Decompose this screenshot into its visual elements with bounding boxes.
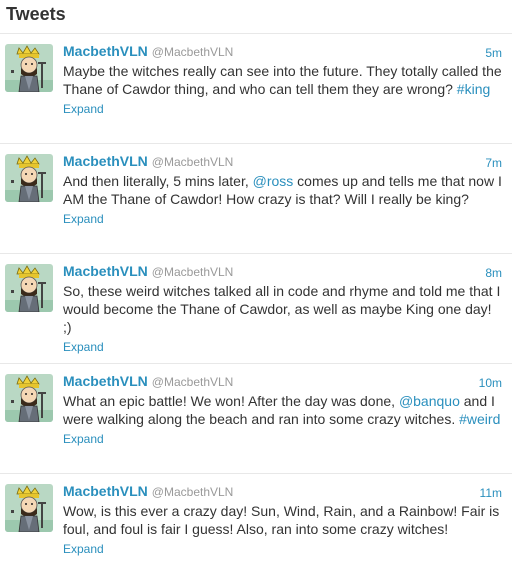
user-name-link[interactable]: MacbethVLN <box>63 43 148 59</box>
tweet-item[interactable]: MacbethVLN @MacbethVLN 10m What an epic bat… <box>0 364 512 474</box>
user-handle: @MacbethVLN <box>151 45 234 59</box>
expand-link[interactable]: Expand <box>63 212 104 226</box>
tweet-timestamp-link[interactable]: 5m <box>485 46 502 60</box>
mention-link[interactable]: @ross <box>253 173 294 189</box>
tweets-header: Tweets <box>0 0 512 34</box>
expand-link[interactable]: Expand <box>63 542 104 556</box>
tweet-text-segment: Maybe the witches really can see into th… <box>63 63 502 97</box>
hashtag-link[interactable]: #weird <box>459 411 500 427</box>
avatar[interactable] <box>5 44 53 92</box>
tweet-timestamp-link[interactable]: 7m <box>485 156 502 170</box>
mention-link[interactable]: @banquo <box>399 393 460 409</box>
tweet-header: MacbethVLN @MacbethVLN 11m <box>63 483 502 501</box>
tweet-header: MacbethVLN @MacbethVLN 8m <box>63 263 502 281</box>
tweet-text: So, these weird witches talked all in co… <box>63 282 502 336</box>
tweet-timestamp-link[interactable]: 10m <box>479 376 502 390</box>
tweet-item[interactable]: MacbethVLN @MacbethVLN 7m And then literall… <box>0 144 512 254</box>
tweet-content: MacbethVLN @MacbethVLN 5m Maybe the witches… <box>63 43 502 118</box>
avatar[interactable] <box>5 484 53 532</box>
tweet-text: Wow, is this ever a crazy day! Sun, Wind… <box>63 502 502 538</box>
user-name-link[interactable]: MacbethVLN <box>63 373 148 389</box>
tweet-item[interactable]: MacbethVLN @MacbethVLN 5m Maybe the witches… <box>0 34 512 144</box>
user-name-link[interactable]: MacbethVLN <box>63 483 148 499</box>
page-title: Tweets <box>6 4 66 24</box>
tweet-content: MacbethVLN @MacbethVLN 11m Wow, is this eve… <box>63 483 502 558</box>
tweet-header: MacbethVLN @MacbethVLN 5m <box>63 43 502 61</box>
expand-link[interactable]: Expand <box>63 432 104 446</box>
tweet-item[interactable]: MacbethVLN @MacbethVLN 11m Wow, is this eve… <box>0 474 512 571</box>
expand-link[interactable]: Expand <box>63 340 104 354</box>
tweet-text: And then literally, 5 mins later, @ross … <box>63 172 502 208</box>
tweet-content: MacbethVLN @MacbethVLN 10m What an epic bat… <box>63 373 502 448</box>
tweet-content: MacbethVLN @MacbethVLN 8m So, these weird w… <box>63 263 502 356</box>
tweet-list: MacbethVLN @MacbethVLN 5m Maybe the witches… <box>0 34 512 571</box>
avatar[interactable] <box>5 154 53 202</box>
tweet-item[interactable]: MacbethVLN @MacbethVLN 8m So, these weird w… <box>0 254 512 364</box>
tweet-timestamp-link[interactable]: 11m <box>480 486 502 500</box>
tweet-text-segment: And then literally, 5 mins later, <box>63 173 253 189</box>
hashtag-link[interactable]: #king <box>457 81 490 97</box>
user-handle: @MacbethVLN <box>151 375 234 389</box>
tweet-text-segment: Wow, is this ever a crazy day! Sun, Wind… <box>63 503 500 537</box>
tweet-content: MacbethVLN @MacbethVLN 7m And then literall… <box>63 153 502 228</box>
user-handle: @MacbethVLN <box>151 485 234 499</box>
tweet-text: Maybe the witches really can see into th… <box>63 62 502 98</box>
tweet-text-segment: So, these weird witches talked all in co… <box>63 283 501 335</box>
tweet-timestamp-link[interactable]: 8m <box>485 266 502 280</box>
user-name-link[interactable]: MacbethVLN <box>63 153 148 169</box>
tweet-text: What an epic battle! We won! After the d… <box>63 392 502 428</box>
expand-link[interactable]: Expand <box>63 102 104 116</box>
avatar[interactable] <box>5 374 53 422</box>
avatar[interactable] <box>5 264 53 312</box>
user-handle: @MacbethVLN <box>151 265 234 279</box>
user-handle: @MacbethVLN <box>151 155 234 169</box>
tweet-header: MacbethVLN @MacbethVLN 10m <box>63 373 502 391</box>
user-name-link[interactable]: MacbethVLN <box>63 263 148 279</box>
tweet-header: MacbethVLN @MacbethVLN 7m <box>63 153 502 171</box>
tweet-text-segment: What an epic battle! We won! After the d… <box>63 393 399 409</box>
